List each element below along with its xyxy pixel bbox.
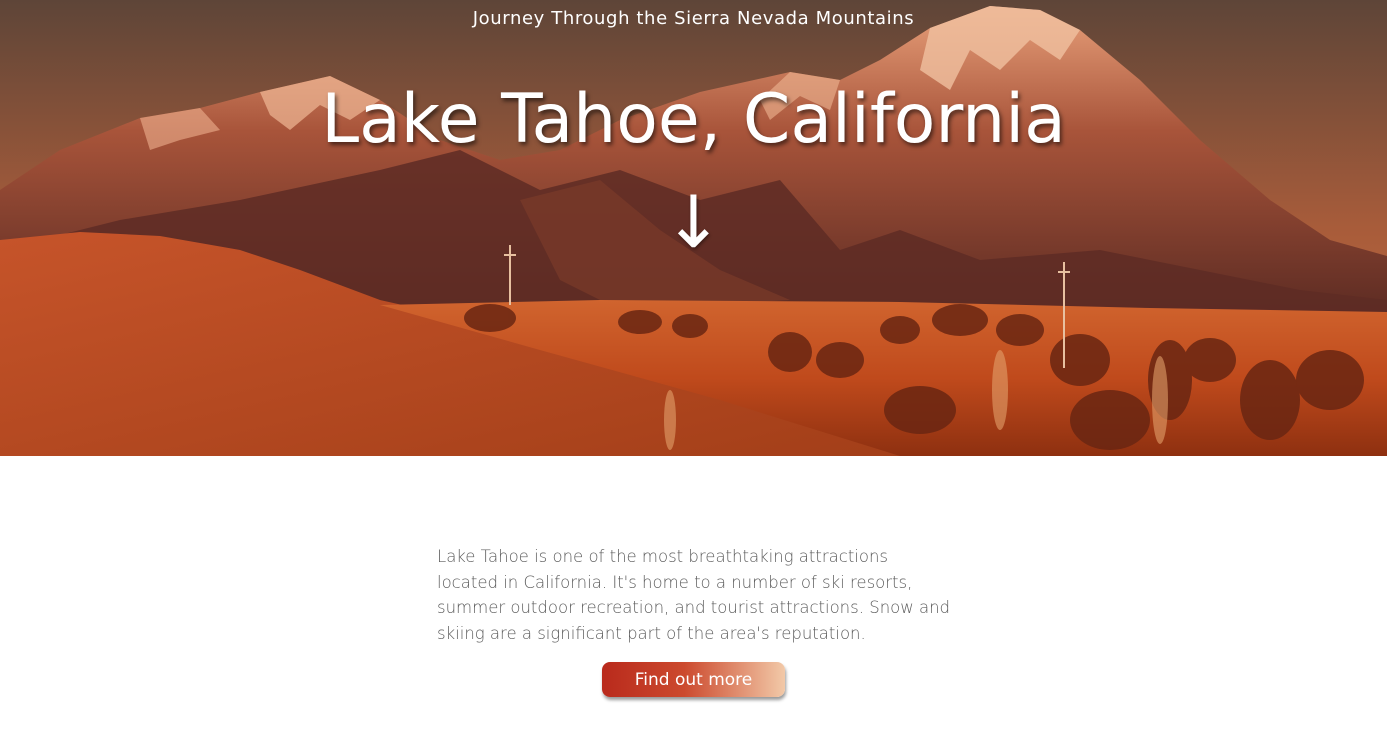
- page-title: Lake Tahoe, California: [321, 80, 1066, 159]
- hero-banner: Journey Through the Sierra Nevada Mounta…: [0, 0, 1387, 456]
- find-out-more-button[interactable]: Find out more: [602, 662, 785, 697]
- intro-paragraph: Lake Tahoe is one of the most breathtaki…: [437, 547, 951, 643]
- hero-subtitle: Journey Through the Sierra Nevada Mounta…: [472, 8, 915, 29]
- arrow-down-icon[interactable]: ↓: [0, 186, 1387, 258]
- intro-section: Lake Tahoe is one of the most breathtaki…: [437, 544, 952, 646]
